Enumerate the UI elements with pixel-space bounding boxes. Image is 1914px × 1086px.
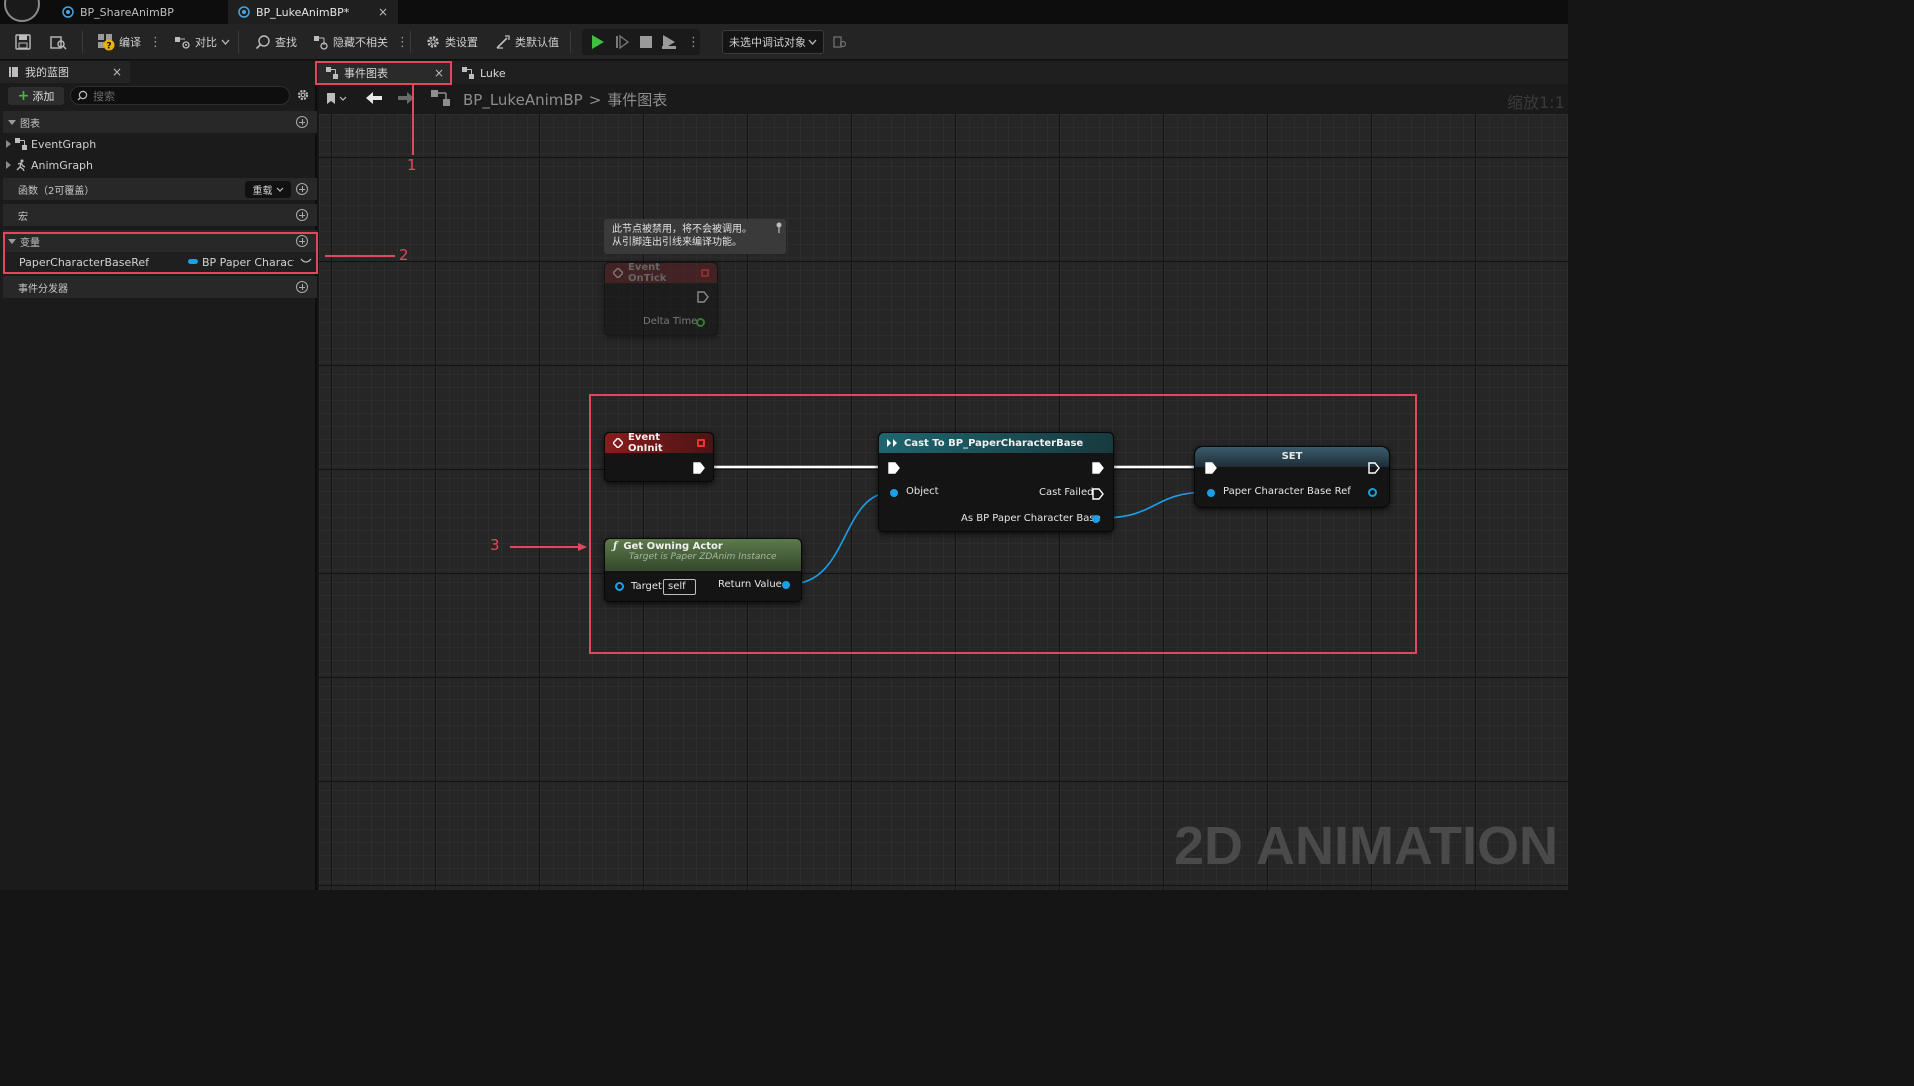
event-ontick-title: Event OnTick (628, 262, 667, 284)
exec-out-pin[interactable] (697, 291, 709, 303)
event-ontick-node[interactable]: Event OnTick Delta Time (604, 262, 718, 336)
graph-type-watermark: 2D ANIMATION (1174, 816, 1558, 876)
annotation-number-3: 3 (490, 536, 500, 554)
annotation-arrowhead-icon (578, 543, 587, 551)
annotation-number-1: 1 (407, 156, 417, 174)
delta-time-pin[interactable] (696, 318, 705, 327)
annotation-line-3 (510, 546, 582, 548)
annotation-box-event-graph-tab (315, 61, 452, 85)
annotation-box-nodes (589, 394, 1417, 654)
delegate-pin-icon[interactable] (701, 269, 709, 277)
annotation-line-1 (412, 85, 414, 155)
delta-time-label: Delta Time (643, 316, 698, 327)
event-diamond-icon (613, 268, 623, 278)
event-ontick-header: Event OnTick (605, 262, 717, 284)
annotation-line-2 (325, 255, 395, 257)
annotation-number-2: 2 (399, 246, 409, 264)
comment-line-1: 此节点被禁用，将不会被调用。 (612, 224, 752, 235)
pin-comment-icon[interactable] (775, 222, 783, 234)
comment-line-2: 从引脚连出引线来编译功能。 (612, 237, 742, 248)
annotation-box-variables (3, 232, 318, 274)
disabled-node-comment: 此节点被禁用，将不会被调用。 从引脚连出引线来编译功能。 (604, 219, 786, 254)
